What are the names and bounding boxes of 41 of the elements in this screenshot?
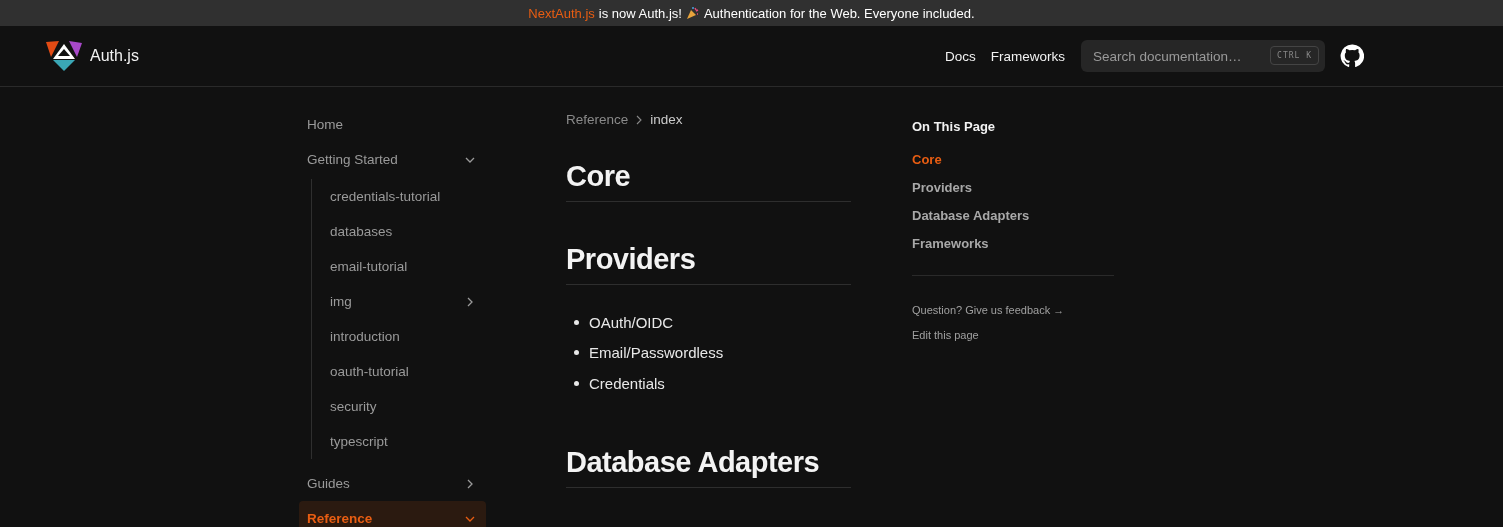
banner-link[interactable]: NextAuth.js <box>528 5 595 21</box>
section-heading: Database Adapters <box>566 440 851 488</box>
chevron-right-icon <box>635 114 644 125</box>
banner-text: is now Auth.js! <box>598 5 682 21</box>
github-icon <box>1340 44 1364 68</box>
toc-link[interactable]: Providers <box>912 180 972 208</box>
toc-link[interactable]: Frameworks <box>912 236 989 264</box>
shortcut-hint: CTRL K <box>1270 46 1319 65</box>
nav-link[interactable]: Frameworks <box>990 48 1065 64</box>
list-link[interactable]: OAuth/OIDC <box>589 313 674 331</box>
sidebar-item[interactable]: Home <box>299 107 486 142</box>
bullet-icon <box>574 350 579 356</box>
toc-title: On This Page <box>912 119 996 134</box>
sidebar-item[interactable]: databases <box>322 214 486 249</box>
sidebar-item[interactable]: Reference <box>299 501 486 527</box>
sidebar-item[interactable]: credentials-tutorial <box>322 179 486 214</box>
list-link[interactable]: Email/Passwordless <box>589 344 724 362</box>
toc-link[interactable]: Core <box>912 152 942 180</box>
bullet-icon <box>574 319 579 325</box>
banner-text: Authentication for the Web. Everyone included. <box>703 5 975 21</box>
section-heading: Core <box>566 155 851 202</box>
sidebar-item[interactable]: img <box>322 284 486 319</box>
breadcrumb-item[interactable]: Reference <box>566 112 629 127</box>
nav-link[interactable]: Docs <box>944 48 976 64</box>
sidebar-item[interactable]: email-tutorial <box>322 249 486 284</box>
toc-footer-link[interactable]: Edit this page <box>912 329 979 354</box>
sidebar-item[interactable]: Getting Started <box>299 142 486 177</box>
sidebar-item[interactable]: Guides <box>299 466 486 501</box>
section-heading: Providers <box>566 238 851 285</box>
breadcrumb-item: index <box>650 112 683 127</box>
bullet-icon <box>574 380 579 386</box>
sidebar-item[interactable]: security <box>322 389 486 424</box>
logo-text[interactable]: Auth.js <box>90 47 139 65</box>
sidebar-item[interactable]: introduction <box>322 319 486 354</box>
toc-link[interactable]: Database Adapters <box>912 208 1030 236</box>
toc-footer-link[interactable]: Question? Give us feedback → <box>912 304 1065 329</box>
list-link[interactable]: Credentials <box>589 374 665 392</box>
logo-icon <box>45 40 83 72</box>
sidebar-item[interactable]: typescript <box>322 424 486 459</box>
sidebar-item[interactable]: oauth-tutorial <box>322 354 486 389</box>
party-icon <box>685 6 700 20</box>
